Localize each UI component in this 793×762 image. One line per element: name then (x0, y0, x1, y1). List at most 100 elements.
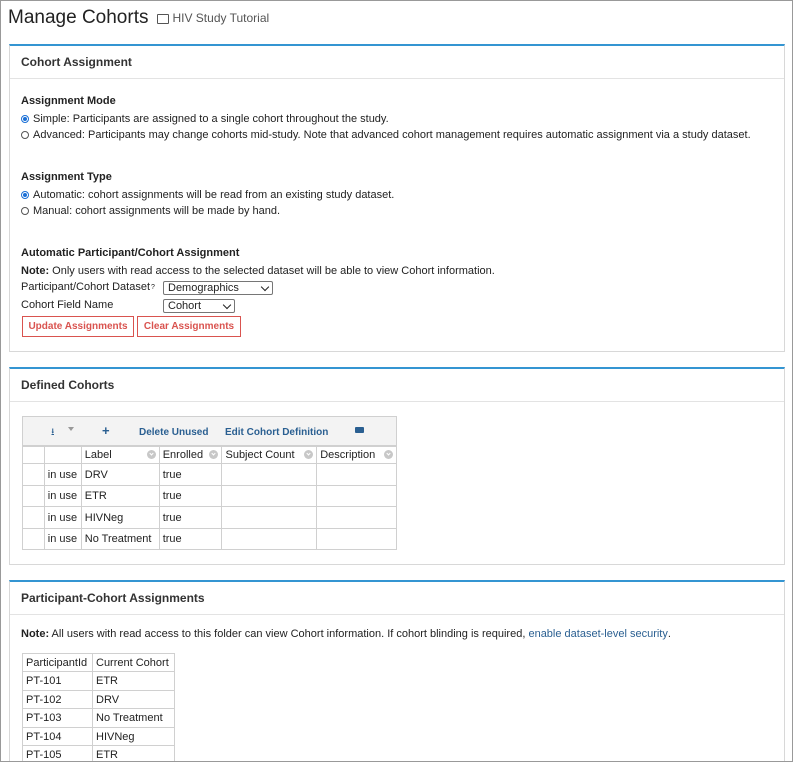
cell-label: HIVNeg (80, 506, 160, 529)
type-manual-label: Manual: cohort assignments will be made … (33, 205, 281, 217)
table-row: in use HIVNeg true (22, 506, 397, 529)
automatic-assignment-heading: Automatic Participant/Cohort Assignment (21, 247, 240, 259)
type-manual-radio[interactable] (21, 207, 29, 215)
delete-unused-button[interactable]: Delete Unused (139, 427, 208, 438)
column-menu-icon[interactable] (146, 450, 156, 459)
cell-description (316, 485, 397, 507)
cell-subject-count (221, 528, 318, 550)
grid-toolbar: ⭳ + Delete Unused Edit Cohort Definition (22, 416, 397, 446)
cell-status: in use (43, 506, 82, 529)
dataset-label: Participant/Cohort Dataset (21, 281, 151, 293)
assignment-type-heading: Assignment Type (21, 171, 112, 183)
folder-link[interactable]: HIV Study Tutorial (157, 11, 269, 25)
cell-current-cohort: HIVNeg (92, 727, 175, 746)
header-row: Label Enrolled Subject Count Description (22, 446, 397, 464)
type-automatic-option[interactable]: Automatic: cohort assignments will be re… (21, 189, 394, 201)
cell-participant-id: PT-101 (22, 671, 93, 691)
caret-down-icon (68, 427, 74, 431)
cell-enrolled: true (158, 485, 223, 507)
export-icon[interactable]: ⭳ (51, 425, 55, 442)
field-label-row: Cohort Field Name (21, 299, 113, 311)
assignment-mode-heading: Assignment Mode (21, 95, 116, 107)
cell-current-cohort: DRV (92, 690, 175, 709)
note-end: . (667, 628, 671, 640)
type-manual-option[interactable]: Manual: cohort assignments will be made … (21, 205, 280, 217)
cell-subject-count (221, 485, 318, 507)
row-select[interactable] (22, 528, 45, 550)
table-row: PT-103 No Treatment (22, 708, 175, 728)
panel-title: Defined Cohorts (10, 369, 784, 402)
cell-description (316, 506, 397, 529)
add-cohort-button[interactable]: + (102, 423, 110, 438)
mode-advanced-radio[interactable] (21, 131, 29, 139)
panel-title: Cohort Assignment (10, 46, 784, 79)
edit-cohort-definition-button[interactable]: Edit Cohort Definition (225, 427, 328, 438)
cohort-assignment-panel: Cohort Assignment Assignment Mode Simple… (9, 44, 785, 352)
page-title: Manage Cohorts (8, 7, 149, 28)
cell-subject-count (221, 463, 318, 486)
column-menu-icon[interactable] (209, 450, 219, 459)
row-select[interactable] (22, 463, 45, 486)
cell-status: in use (43, 485, 82, 507)
cell-current-cohort: No Treatment (92, 708, 175, 728)
table-row: PT-102 DRV (22, 690, 175, 709)
table-row: in use ETR true (22, 485, 397, 507)
mode-simple-label: Simple: Participants are assigned to a s… (33, 113, 389, 125)
chevron-down-icon (222, 300, 232, 309)
dataset-note: Note: Only users with read access to the… (21, 265, 495, 277)
cell-participant-id: PT-103 (22, 708, 93, 728)
column-header-description[interactable]: Description (316, 446, 397, 464)
type-automatic-radio[interactable] (21, 191, 29, 199)
cell-enrolled: true (158, 506, 223, 529)
participant-cohort-panel: Participant-Cohort Assignments Note: All… (9, 580, 785, 761)
print-icon[interactable] (355, 427, 364, 433)
dataset-select-value: Demographics (168, 282, 239, 294)
note-label: Note: (21, 265, 50, 277)
cell-participant-id: PT-102 (22, 690, 93, 709)
cell-description (316, 463, 397, 486)
note-label: Note: (21, 628, 50, 640)
table-row: PT-105 ETR (22, 745, 175, 761)
participants-note: Note: All users with read access to this… (21, 628, 671, 640)
cell-label: DRV (80, 463, 160, 486)
note-text: Only users with read access to the selec… (49, 265, 495, 277)
cell-current-cohort: ETR (92, 745, 175, 761)
row-select[interactable] (22, 506, 45, 529)
panel-title: Participant-Cohort Assignments (10, 582, 784, 615)
header-row: ParticipantId Current Cohort (22, 653, 175, 672)
clear-assignments-button[interactable]: Clear Assignments (137, 316, 241, 337)
column-header-enrolled[interactable]: Enrolled (158, 446, 223, 464)
column-header-current-cohort[interactable]: Current Cohort (92, 653, 175, 672)
cell-description (316, 528, 397, 550)
column-header-label[interactable]: Label (80, 446, 160, 464)
mode-advanced-option[interactable]: Advanced: Participants may change cohort… (21, 129, 751, 141)
help-icon[interactable]: ? (151, 284, 155, 291)
cell-enrolled: true (158, 528, 223, 550)
row-select[interactable] (22, 485, 45, 507)
mode-simple-radio[interactable] (21, 115, 29, 123)
cohort-field-select[interactable]: Cohort (163, 299, 235, 313)
cell-participant-id: PT-104 (22, 727, 93, 746)
update-assignments-button[interactable]: Update Assignments (22, 316, 134, 337)
table-row: PT-104 HIVNeg (22, 727, 175, 746)
mode-simple-option[interactable]: Simple: Participants are assigned to a s… (21, 113, 389, 125)
table-row: in use DRV true (22, 463, 397, 486)
cell-status: in use (43, 463, 82, 486)
manage-cohorts-page: Manage Cohorts HIV Study Tutorial Cohort… (0, 0, 793, 762)
column-header-participantid[interactable]: ParticipantId (22, 653, 93, 672)
folder-name: HIV Study Tutorial (172, 11, 270, 25)
mode-advanced-label: Advanced: Participants may change cohort… (33, 129, 751, 141)
note-text: All users with read access to this folde… (49, 628, 529, 640)
folder-icon (157, 14, 170, 24)
cell-label: No Treatment (80, 528, 160, 550)
column-menu-icon[interactable] (304, 450, 314, 459)
cohorts-table: Label Enrolled Subject Count Description… (22, 446, 397, 550)
cohort-field-value: Cohort (168, 300, 202, 312)
column-header-subject-count[interactable]: Subject Count (221, 446, 318, 464)
page-header: Manage Cohorts HIV Study Tutorial (8, 7, 269, 35)
field-label: Cohort Field Name (21, 299, 114, 311)
column-menu-icon[interactable] (384, 450, 393, 459)
table-row: PT-101 ETR (22, 671, 175, 691)
dataset-select[interactable]: Demographics (163, 281, 273, 295)
enable-dataset-security-link[interactable]: enable dataset-level security (528, 628, 667, 640)
